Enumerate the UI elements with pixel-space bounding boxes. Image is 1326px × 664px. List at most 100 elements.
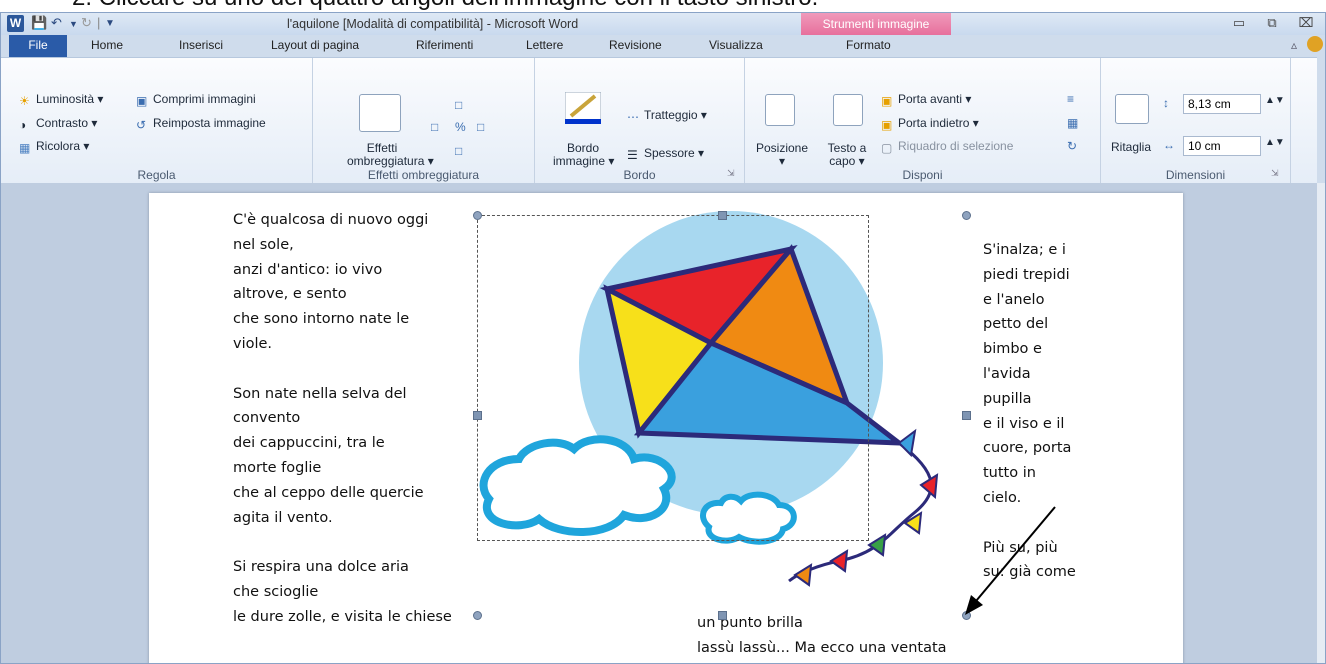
pencil-icon (564, 91, 602, 124)
poem-bottom-column[interactable]: un punto brilla lassù lassù... Ma ecco u… (697, 611, 947, 661)
save-icon[interactable]: 💾 (31, 15, 47, 31)
dash-icon: ⋯ (627, 110, 639, 124)
restore-icon[interactable]: ⧉ (1257, 15, 1287, 31)
tratteggio-button[interactable]: ⋯ Tratteggio ▾ (627, 108, 707, 124)
top-center-handle[interactable] (718, 211, 727, 220)
group-label-regola: Regola (137, 168, 176, 182)
porta-avanti-label: Porta avanti (898, 92, 963, 106)
rotate-icon[interactable]: ↻ (1067, 139, 1077, 153)
weight-icon: ☰ (627, 148, 638, 162)
tab-file[interactable]: File (9, 35, 67, 57)
group-disponi: Posizione ▾ Testo a capo ▾ ▣ Porta avanti ▾… (745, 58, 1101, 184)
picture-border-button[interactable]: Bordo immagine ▾ (553, 142, 614, 168)
contrasto-label: Contrasto (36, 116, 89, 130)
top-left-corner-handle[interactable] (473, 211, 482, 220)
shadow-toggle-icon[interactable]: % (455, 120, 466, 134)
luminosita-label: Luminosità (36, 92, 95, 106)
top-right-corner-handle[interactable] (962, 211, 971, 220)
tab-home[interactable]: Home (91, 38, 123, 52)
position-icon[interactable] (765, 94, 795, 126)
align-icon[interactable]: ≡ (1067, 92, 1074, 106)
word-window: W 💾 ↶ ▼ ↻ | ▼ l'aquilone [Modalità di co… (0, 12, 1326, 664)
window-title: l'aquilone [Modalità di compatibilità] -… (287, 17, 579, 31)
posizione-button[interactable]: Posizione ▾ (751, 142, 813, 168)
width-icon: ↔ (1163, 138, 1175, 152)
width-spinner-icon[interactable]: ▲▼ (1265, 137, 1285, 148)
tab-revisione[interactable]: Revisione (609, 38, 662, 52)
nudge-left-icon[interactable]: □ (431, 120, 438, 134)
instruction-text: 2. Cliccare su uno dei quattro angoli de… (72, 0, 818, 12)
nudge-right-icon[interactable]: □ (477, 120, 484, 134)
crop-icon[interactable] (1115, 94, 1149, 124)
bottom-left-corner-handle[interactable] (473, 611, 482, 620)
tail-bow-4 (867, 533, 887, 557)
contrasto-button[interactable]: ◑ Contrasto ▾ (19, 116, 97, 132)
reimposta-button[interactable]: ↺ Reimposta immagine (136, 116, 266, 132)
left-middle-handle[interactable] (473, 411, 482, 420)
group-label-bordo: Bordo (623, 168, 656, 182)
width-input[interactable]: 10 cm (1183, 136, 1261, 156)
ricolora-button[interactable]: ▦ Ricolora ▾ (19, 139, 89, 155)
width-value: 10 cm (1188, 139, 1221, 153)
reset-picture-icon: ↺ (136, 118, 147, 132)
bottom-center-handle[interactable] (718, 611, 727, 620)
nudge-down-icon[interactable]: □ (455, 144, 462, 158)
close-icon[interactable]: ⌧ (1291, 15, 1321, 31)
pointer-arrow (965, 506, 1056, 615)
right-middle-handle[interactable] (962, 411, 971, 420)
tab-formato[interactable]: Formato (846, 38, 891, 52)
shadow-effects-line1: Effetti (366, 141, 398, 155)
group-bordo: Bordo immagine ▾ ⋯ Tratteggio ▾ ☰ Spessore … (535, 58, 745, 184)
group-objects-icon[interactable]: ▦ (1067, 116, 1078, 130)
tab-riferimenti[interactable]: Riferimenti (416, 38, 473, 52)
shadow-effects-icon[interactable] (359, 94, 401, 132)
ribbon: ☀ Luminosità ▾ ◑ Contrasto ▾ ▦ Ricolora ▾ ▣… (1, 57, 1317, 185)
undo-icon[interactable]: ↶ (51, 15, 62, 31)
tail-bow-5 (829, 549, 849, 573)
document-page[interactable]: C'è qualcosa di nuovo oggi nel sole, anz… (149, 193, 1183, 663)
tail-bow-1 (897, 428, 917, 458)
recolor-icon: ▦ (19, 141, 31, 155)
qat-separator: | (97, 15, 101, 30)
porta-avanti-button[interactable]: ▣ Porta avanti ▾ (881, 92, 971, 108)
sun-icon: ☀ (19, 94, 30, 108)
shadow-effects-button[interactable]: Effetti ombreggiatura ▾ (347, 141, 434, 168)
undo-dropdown-icon[interactable]: ▼ (69, 19, 78, 29)
redo-icon[interactable]: ↻ (81, 15, 92, 31)
porta-indietro-button[interactable]: ▣ Porta indietro ▾ (881, 116, 979, 132)
height-spinner-icon[interactable]: ▲▼ (1265, 95, 1285, 106)
send-backward-icon: ▣ (881, 118, 893, 132)
group-label-dimensioni: Dimensioni (1165, 168, 1226, 182)
comprimi-label: Comprimi immagini (153, 92, 256, 106)
tab-lettere[interactable]: Lettere (526, 38, 563, 52)
group-label-effetti: Effetti ombreggiatura (367, 168, 480, 182)
help-icon[interactable] (1307, 36, 1323, 52)
tab-layout[interactable]: Layout di pagina (271, 38, 359, 52)
ribbon-minimize-icon[interactable]: ▵ (1291, 38, 1297, 52)
tab-inserisci[interactable]: Inserisci (179, 38, 223, 52)
comprimi-button[interactable]: ▣ Comprimi immagini (136, 92, 256, 108)
tab-visualizza[interactable]: Visualizza (709, 38, 763, 52)
reimposta-label: Reimposta immagine (153, 116, 266, 130)
ritaglia-button[interactable]: Ritaglia (1111, 140, 1151, 154)
tail-bow-3 (903, 511, 923, 535)
nudge-up-icon[interactable]: □ (455, 98, 462, 112)
vertical-scrollbar[interactable] (1317, 183, 1325, 663)
word-logo-icon[interactable]: W (7, 15, 24, 32)
height-input[interactable]: 8,13 cm (1183, 94, 1261, 114)
riquadro-button[interactable]: ▢ Riquadro di selezione (881, 139, 1013, 155)
wrap-text-icon[interactable] (833, 94, 863, 126)
luminosita-button[interactable]: ☀ Luminosità ▾ (19, 92, 103, 108)
spessore-label: Spessore (644, 146, 695, 160)
testo-line1: Testo a (827, 141, 867, 155)
title-bar: W 💾 ↶ ▼ ↻ | ▼ l'aquilone [Modalità di co… (1, 13, 1325, 35)
group-regola: ☀ Luminosità ▾ ◑ Contrasto ▾ ▦ Ricolora ▾ ▣… (1, 58, 313, 184)
posizione-label: Posizione (755, 141, 809, 155)
spessore-button[interactable]: ☰ Spessore ▾ (627, 146, 704, 162)
ricolora-label: Ricolora (36, 139, 81, 153)
minimize-icon[interactable]: ▭ (1224, 15, 1254, 31)
customize-qat-icon[interactable]: ▼ (105, 18, 115, 29)
poem-left-column[interactable]: C'è qualcosa di nuovo oggi nel sole, anz… (233, 208, 452, 630)
testo-a-capo-button[interactable]: Testo a capo ▾ (819, 142, 875, 168)
contrast-icon: ◑ (19, 118, 27, 132)
